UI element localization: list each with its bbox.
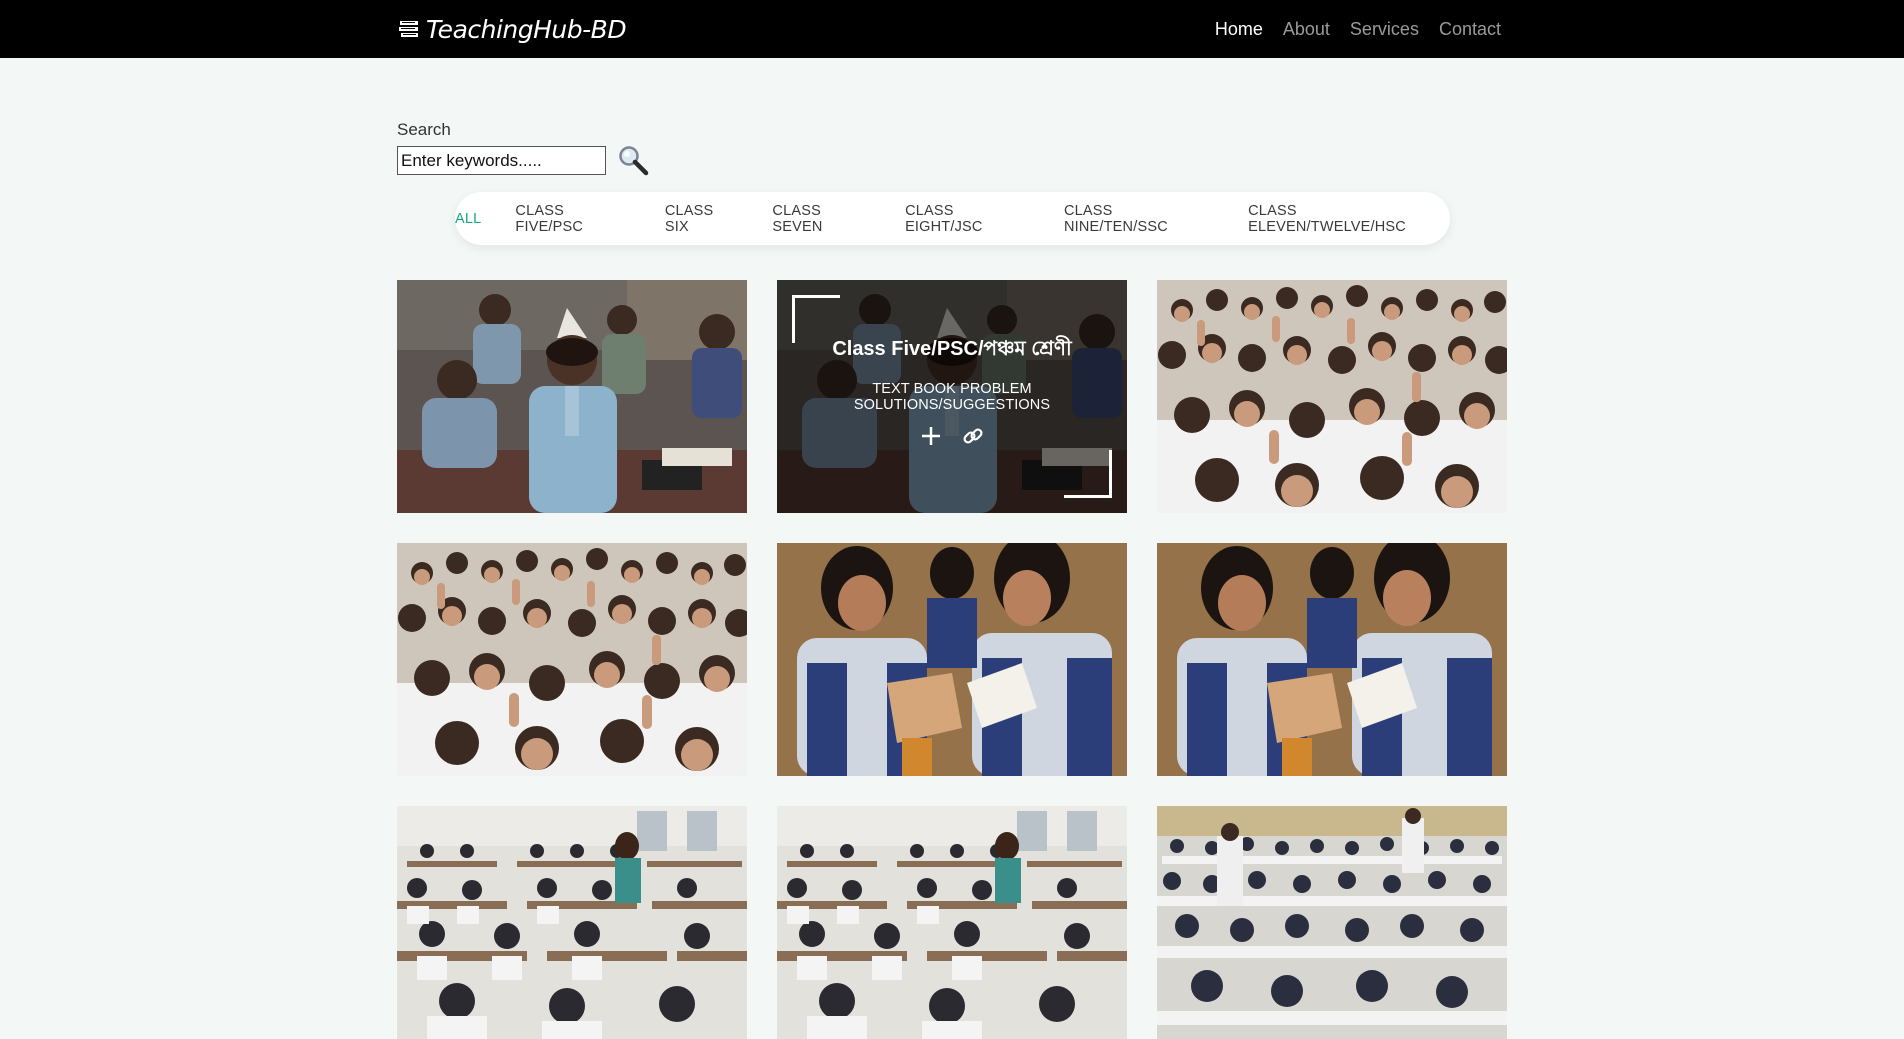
nav-home-link[interactable]: Home bbox=[1215, 19, 1263, 40]
gallery-item-class-five[interactable] bbox=[397, 280, 747, 513]
cheering-students-photo bbox=[397, 543, 747, 776]
filter-class-five[interactable]: CLASS FIVE/PSC bbox=[515, 203, 630, 235]
gallery-item-class-twelve[interactable] bbox=[1157, 806, 1507, 1039]
overlay-actions bbox=[920, 425, 984, 447]
filter-class-six[interactable]: CLASS SIX bbox=[665, 203, 739, 235]
gallery-item-class-five-hover[interactable]: Class Five/PSC/পঞ্চম শ্রেণী TEXT BOOK PR… bbox=[777, 280, 1127, 513]
top-navbar: TeachingHub-BD Home About Services Conta… bbox=[0, 0, 1904, 58]
corner-frame-top-left bbox=[792, 295, 840, 343]
filter-all[interactable]: ALL bbox=[455, 211, 481, 227]
filter-class-nine-ten[interactable]: CLASS NINE/TEN/SSC bbox=[1064, 203, 1214, 235]
overlay-subtitle: TEXT BOOK PROBLEM SOLUTIONS/SUGGESTIONS bbox=[853, 381, 1051, 413]
gallery-item-overlay: Class Five/PSC/পঞ্চম শ্রেণী TEXT BOOK PR… bbox=[777, 280, 1127, 513]
exam-hall-photo bbox=[397, 806, 747, 1039]
filter-class-eight[interactable]: CLASS EIGHT/JSC bbox=[905, 203, 1030, 235]
search-input[interactable] bbox=[397, 146, 606, 175]
cheering-students-photo bbox=[1157, 280, 1507, 513]
brand-name: TeachingHub-BD bbox=[426, 14, 627, 44]
classroom-photo bbox=[397, 280, 747, 513]
exam-hall-crowded-photo bbox=[1157, 806, 1507, 1039]
girls-reading-photo bbox=[1157, 543, 1507, 776]
nav-services-link[interactable]: Services bbox=[1350, 19, 1419, 40]
plus-icon[interactable] bbox=[920, 425, 942, 447]
overlay-title: Class Five/PSC/পঞ্চম শ্রেণী bbox=[832, 338, 1072, 360]
link-icon[interactable] bbox=[962, 425, 984, 447]
exam-hall-photo bbox=[777, 806, 1127, 1039]
search-label: Search bbox=[397, 120, 451, 139]
girls-reading-photo bbox=[777, 543, 1127, 776]
gallery-item-class-ten[interactable] bbox=[397, 806, 747, 1039]
brand-logo[interactable]: TeachingHub-BD bbox=[398, 11, 627, 47]
nav-about-link[interactable]: About bbox=[1283, 19, 1330, 40]
nav-contact-link[interactable]: Contact bbox=[1439, 19, 1501, 40]
gallery-item-class-seven[interactable] bbox=[397, 543, 747, 776]
category-filter-bar: ALL CLASS FIVE/PSC CLASS SIX CLASS SEVEN… bbox=[455, 192, 1450, 245]
corner-frame-bottom-right bbox=[1064, 450, 1112, 498]
gallery-item-class-eight[interactable] bbox=[777, 543, 1127, 776]
magnifier-icon bbox=[619, 146, 649, 176]
gallery-item-class-nine[interactable] bbox=[1157, 543, 1507, 776]
gallery-item-class-eleven[interactable] bbox=[777, 806, 1127, 1039]
books-icon bbox=[399, 21, 418, 37]
search-button[interactable] bbox=[617, 144, 649, 176]
filter-class-seven[interactable]: CLASS SEVEN bbox=[772, 203, 871, 235]
class-gallery: Class Five/PSC/পঞ্চম শ্রেণী TEXT BOOK PR… bbox=[397, 280, 1507, 1039]
filter-class-eleven-twelve[interactable]: CLASS ELEVEN/TWELVE/HSC bbox=[1248, 203, 1450, 235]
gallery-item-class-six[interactable] bbox=[1157, 280, 1507, 513]
nav-menu: Home About Services Contact bbox=[1215, 0, 1501, 58]
